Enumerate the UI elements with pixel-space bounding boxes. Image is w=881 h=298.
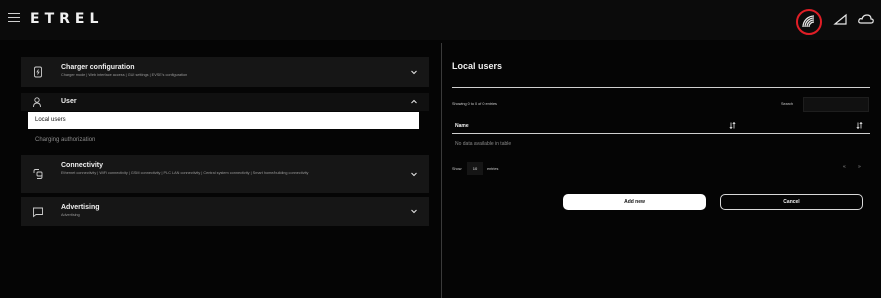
top-bar: ETREL	[0, 0, 881, 40]
menu-icon[interactable]	[8, 13, 20, 23]
sidebar-item-subtitle: Advertising	[61, 213, 80, 217]
add-new-button[interactable]: Add new	[563, 194, 706, 210]
sidebar-item-subtitle: Ethernet connectivity | WiFi connectivit…	[61, 171, 309, 175]
connectivity-icon	[33, 169, 43, 179]
panel-divider	[441, 43, 442, 298]
page-size-select[interactable]: 10	[467, 162, 483, 175]
search-label: Search	[781, 102, 794, 106]
cellular-icon[interactable]	[831, 9, 851, 29]
entries-info: Showing 0 to 0 of 0 entries	[452, 102, 497, 106]
user-icon	[33, 97, 41, 108]
sort-icon[interactable]	[729, 122, 736, 129]
sidebar-item-charger-configuration[interactable]: Charger configuration Charger mode | Web…	[21, 57, 429, 87]
chevron-up-icon	[411, 99, 417, 104]
chevron-down-icon	[411, 172, 417, 177]
sidebar-subitem-local-users[interactable]: Local users	[28, 112, 419, 129]
advertising-icon	[33, 207, 43, 218]
sidebar-item-subtitle: Charger mode | Web interface access | GU…	[61, 73, 188, 77]
sidebar-item-advertising[interactable]: Advertising Advertising	[21, 197, 429, 226]
show-label: Show	[452, 167, 462, 171]
sidebar-item-title: Advertising	[61, 204, 100, 211]
sidebar-item-title: User	[61, 98, 77, 105]
column-header-name[interactable]: Name	[455, 123, 469, 129]
cloud-icon[interactable]	[856, 9, 876, 29]
pager-next-button[interactable]: »	[858, 164, 861, 170]
sidebar-subitem-charging-authorization[interactable]: Charging authorization	[28, 132, 419, 148]
sort-icon[interactable]	[856, 122, 863, 129]
sidebar-item-title: Charger configuration	[61, 64, 135, 71]
entries-label: entries	[487, 167, 499, 171]
signal-icon[interactable]	[799, 12, 819, 32]
charger-icon	[34, 66, 42, 78]
search-input[interactable]	[803, 97, 869, 112]
pager-prev-button[interactable]: «	[843, 164, 846, 170]
table-header-divider	[452, 133, 870, 134]
table-empty-message: No data available in table	[455, 141, 512, 147]
sidebar-item-title: Connectivity	[61, 162, 104, 169]
chevron-down-icon	[411, 70, 417, 75]
sidebar-item-user[interactable]: User	[21, 93, 429, 111]
etrel-logo: ETREL	[30, 11, 104, 27]
page-title: Local users	[452, 61, 503, 71]
chevron-down-icon	[411, 209, 417, 214]
cancel-button[interactable]: Cancel	[720, 194, 863, 210]
title-divider	[452, 87, 870, 88]
sidebar-item-connectivity[interactable]: Connectivity Ethernet connectivity | WiF…	[21, 155, 429, 193]
